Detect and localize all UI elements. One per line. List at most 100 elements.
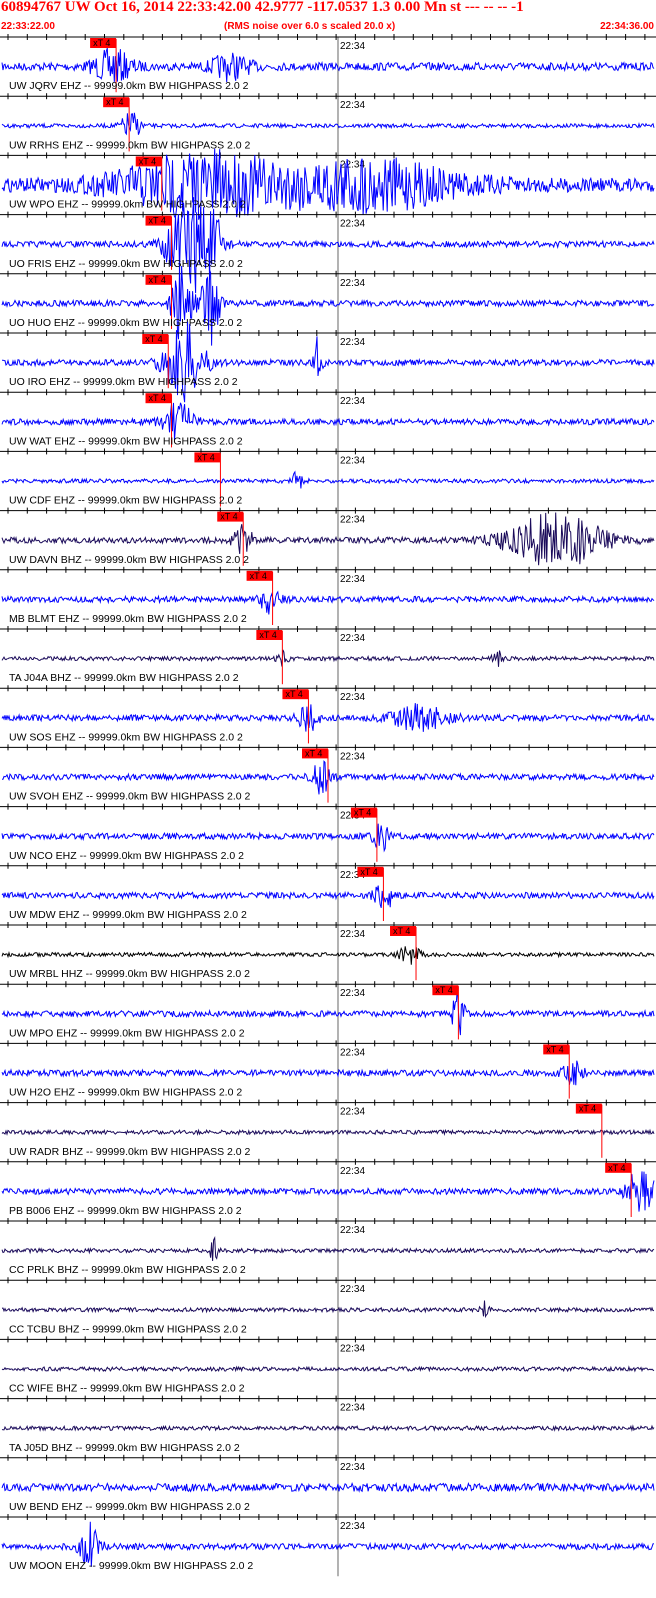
trace-row: 22:34 CC TCBU BHZ -- 99999.0km BW HIGHPAS… <box>0 1277 656 1340</box>
waveform <box>1 47 655 83</box>
station-label: TA J04A BHZ -- 99999.0km BW HIGHPASS 2.0… <box>9 672 239 684</box>
minute-label: 22:34 <box>340 1225 365 1236</box>
station-label: CC WIFE BHZ -- 99999.0km BW HIGHPASS 2.0… <box>9 1383 245 1395</box>
waveform <box>1 470 655 489</box>
station-label: UW WPO EHZ -- 99999.0km BW HIGHPASS 2.0 … <box>9 199 246 211</box>
minute-label: 22:34 <box>340 396 365 407</box>
minute-label: 22:34 <box>340 692 365 703</box>
trace-row: 22:34 xT 4 UW WAT EHZ -- 99999.0km BW HIGH… <box>0 389 656 452</box>
station-label: UW BEND EHZ -- 99999.0km BW HIGHPASS 2.0… <box>9 1501 250 1513</box>
minute-label: 22:34 <box>340 219 365 230</box>
minute-label: 22:34 <box>340 515 365 526</box>
pick-label: xT 4 <box>250 571 267 581</box>
waveform <box>1 649 655 667</box>
station-label: UW MOON EHZ -- 99999.0km BW HIGHPASS 2.0… <box>9 1560 253 1572</box>
station-label: TA J05D BHZ -- 99999.0km BW HIGHPASS 2.0… <box>9 1442 240 1454</box>
station-label: UW JQRV EHZ -- 99999.0km BW HIGHPASS 2.0… <box>9 80 249 92</box>
waveform <box>1 148 655 222</box>
minute-label: 22:34 <box>340 1166 365 1177</box>
minute-label: 22:34 <box>340 633 365 644</box>
waveform <box>1 265 655 346</box>
station-label: UW CDF EHZ -- 99999.0km BW HIGHPASS 2.0 … <box>9 495 242 507</box>
pick-label: xT 4 <box>360 867 377 877</box>
waveform <box>1 321 655 403</box>
minute-label: 22:34 <box>340 1521 365 1532</box>
pick-label: xT 4 <box>285 689 302 699</box>
trace-row: 22:34 xT 4 MB BLMT EHZ -- 99999.0km BW HIG… <box>0 566 656 629</box>
waveform <box>1 590 655 615</box>
pick-label: xT 4 <box>393 926 410 936</box>
station-label: UW MRBL HHZ -- 99999.0km BW HIGHPASS 2.0… <box>9 968 250 980</box>
station-label: UW NCO EHZ -- 99999.0km BW HIGHPASS 2.0 … <box>9 850 244 862</box>
pick-label: xT 4 <box>139 156 156 166</box>
pick-label: xT 4 <box>145 334 162 344</box>
pick-label: xT 4 <box>579 1104 596 1114</box>
trace-row: 22:34 xT 4 UW MPO EHZ -- 99999.0km BW HIGH… <box>0 981 656 1044</box>
station-label: UW SOS EHZ -- 99999.0km BW HIGHPASS 2.0 … <box>9 731 243 743</box>
station-label: CC PRLK BHZ -- 99999.0km BW HIGHPASS 2.0… <box>9 1264 246 1276</box>
trace-row: 22:34xT 4UW RRHS EHZ -- 99999.0km BW HIG… <box>0 93 656 156</box>
station-label: CC TCBU BHZ -- 99999.0km BW HIGHPASS 2.0… <box>9 1323 247 1335</box>
trace-row: 22:34 xT 4 UW H2O EHZ -- 99999.0km BW HIGH… <box>0 1040 656 1103</box>
station-label: UW SVOH EHZ -- 99999.0km BW HIGHPASS 2.0… <box>9 791 251 803</box>
minute-label: 22:34 <box>340 1107 365 1118</box>
waveform <box>1 1424 655 1432</box>
pick-label: xT 4 <box>608 1163 625 1173</box>
trace-row: 22:34 xT 4 UW JQRV EHZ -- 99999.0km BW HIG… <box>0 34 656 97</box>
station-label: UW WAT EHZ -- 99999.0km BW HIGHPASS 2.0 … <box>9 435 243 447</box>
pick-label: xT 4 <box>149 393 166 403</box>
minute-label: 22:34 <box>340 1462 365 1473</box>
trace-row: 22:34 xT 4 UW SOS EHZ -- 99999.0km BW HIGH… <box>0 685 656 748</box>
trace-row: 22:34xT 4UW MDW EHZ -- 99999.0km BW HIGH… <box>0 862 656 925</box>
trace-row: 22:34 xT 4 UW SVOH EHZ -- 99999.0km BW HIG… <box>0 744 656 807</box>
trace-row: 22:34 xT 4 TA J04A BHZ -- 99999.0km BW HIG… <box>0 626 656 689</box>
minute-label: 22:34 <box>340 929 365 940</box>
minute-label: 22:34 <box>340 1284 365 1295</box>
minute-label: 22:34 <box>340 988 365 999</box>
pick-label: xT 4 <box>305 748 322 758</box>
pick-label: xT 4 <box>259 630 276 640</box>
trace-row: 22:34 CC PRLK BHZ -- 99999.0km BW HIGHPAS… <box>0 1218 656 1281</box>
waveform <box>1 885 655 909</box>
trace-row: 22:34xT 4UW WPO EHZ -- 99999.0km BW HIGH… <box>0 148 656 222</box>
pick-label: xT 4 <box>149 275 166 285</box>
minute-label: 22:34 <box>340 1343 365 1354</box>
waveform <box>1 703 655 732</box>
trace-row: 22:34 xT 4 UO IRO EHZ -- 99999.0km BW HIGH… <box>0 321 656 403</box>
pick-label: xT 4 <box>354 808 371 818</box>
trace-row: 22:34xT 4UW NCO EHZ -- 99999.0km BW HIGH… <box>0 803 656 866</box>
station-label: UW H2O EHZ -- 99999.0km BW HIGHPASS 2.0 … <box>9 1087 242 1099</box>
trace-row: 22:34 xT 4 UO FRIS EHZ -- 99999.0km BW HIG… <box>0 197 656 294</box>
minute-label: 22:34 <box>340 1047 365 1058</box>
seismogram-panel: 22:34 xT 4 UW JQRV EHZ -- 99999.0km BW HIG… <box>0 34 656 1577</box>
waveform <box>1 1128 655 1136</box>
waveform <box>1 946 655 965</box>
pick-label: xT 4 <box>93 38 110 48</box>
trace-row: 22:34 UW MOON EHZ -- 99999.0km BW HIGHPAS… <box>0 1514 656 1577</box>
trace-row: 22:34 xT 4 UW MRBL HHZ -- 99999.0km BW HIG… <box>0 922 656 985</box>
station-label: UW MDW EHZ -- 99999.0km BW HIGHPASS 2.0 … <box>9 909 247 921</box>
minute-label: 22:34 <box>340 100 365 111</box>
minute-label: 22:34 <box>340 278 365 289</box>
pick-label: xT 4 <box>197 452 214 462</box>
trace-row: 22:34 xT 4 UW CDF EHZ -- 99999.0km BW HIGH… <box>0 448 656 511</box>
pick-label: xT 4 <box>106 97 123 107</box>
waveform <box>1 1481 655 1493</box>
waveform <box>1 1060 655 1086</box>
pick-label: xT 4 <box>546 1044 563 1054</box>
trace-row: 22:34 xT 4 UO HUO EHZ -- 99999.0km BW HIGH… <box>0 265 656 346</box>
trace-row: 22:34 xT 4 PB B006 EHZ -- 99999.0km BW HIG… <box>0 1158 656 1221</box>
minute-label: 22:34 <box>340 455 365 466</box>
minute-label: 22:34 <box>340 1403 365 1414</box>
minute-label: 22:34 <box>340 574 365 585</box>
trace-row: 22:34 TA J05D BHZ -- 99999.0km BW HIGHPAS… <box>0 1395 656 1458</box>
trace-row: 22:34 xT 4 UW RADR BHZ -- 99999.0km BW HIG… <box>0 1099 656 1162</box>
station-label: UW MPO EHZ -- 99999.0km BW HIGHPASS 2.0 … <box>9 1027 245 1039</box>
minute-label: 22:34 <box>340 337 365 348</box>
station-label: PB B006 EHZ -- 99999.0km BW HIGHPASS 2.0… <box>9 1205 242 1217</box>
waveform <box>1 197 655 294</box>
station-label: UO HUO EHZ -- 99999.0km BW HIGHPASS 2.0 … <box>9 317 242 329</box>
waveform <box>1 112 655 136</box>
trace-row: 22:34 UW BEND EHZ -- 99999.0km BW HIGHPAS… <box>0 1454 656 1517</box>
station-label: UW RADR BHZ -- 99999.0km BW HIGHPASS 2.0… <box>9 1146 251 1158</box>
